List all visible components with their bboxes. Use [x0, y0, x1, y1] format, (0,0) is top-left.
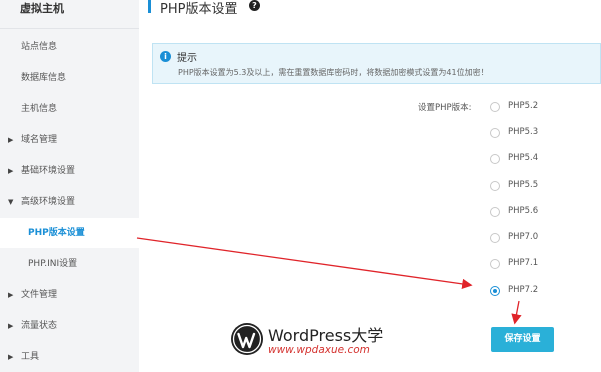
arrow-to-php72 — [136, 237, 473, 290]
arrow-to-save — [511, 300, 522, 325]
annotation-arrows — [136, 237, 522, 325]
